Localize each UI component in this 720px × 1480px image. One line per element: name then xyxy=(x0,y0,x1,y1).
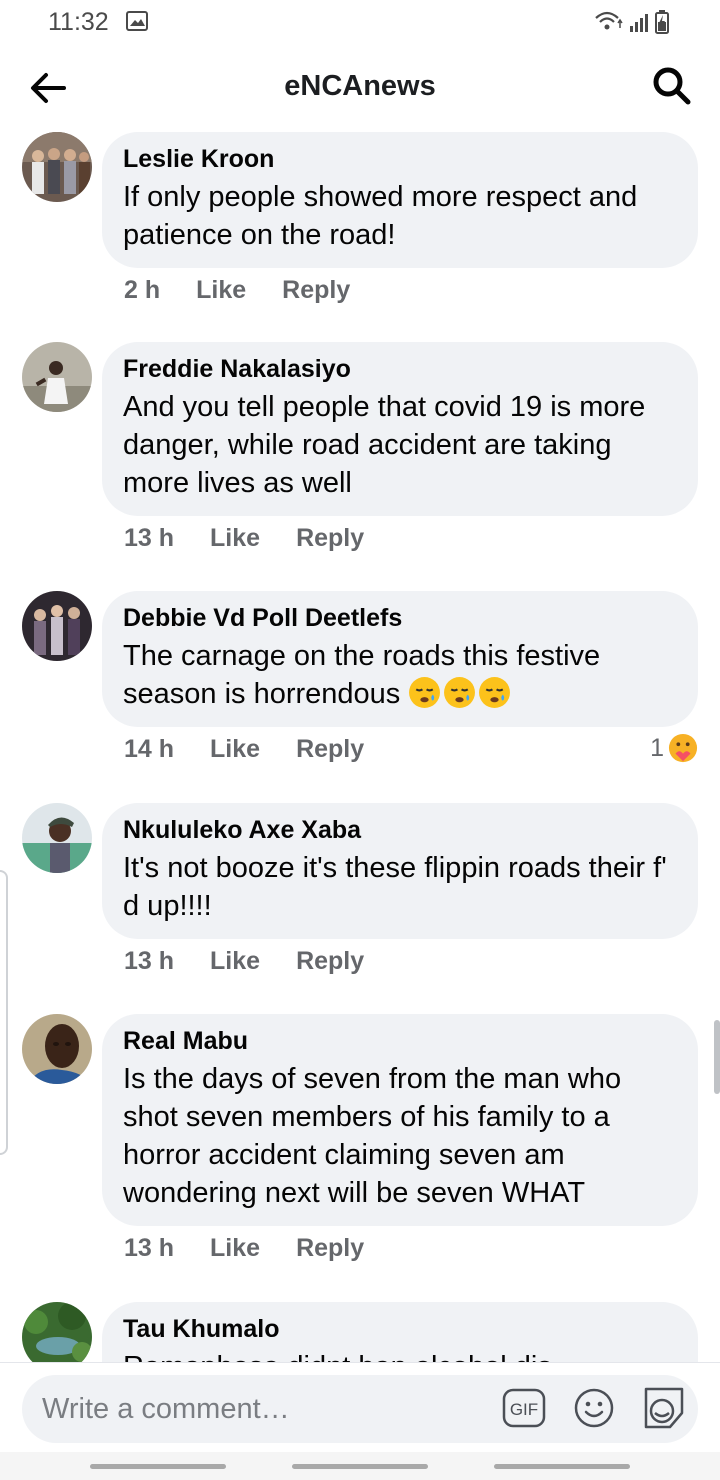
wifi-icon xyxy=(595,11,623,30)
left-edge-panel-handle[interactable] xyxy=(0,870,8,1155)
system-nav-bar xyxy=(0,1452,720,1480)
comment-bubble[interactable]: Freddie Nakalasiyo And you tell people t… xyxy=(102,342,698,516)
emoji-icon[interactable] xyxy=(573,1387,615,1429)
comment-author[interactable]: Freddie Nakalasiyo xyxy=(123,354,676,384)
comment-time: 13 h xyxy=(124,524,175,552)
comment-text: If only people showed more respect and p… xyxy=(123,181,638,251)
comment-item: Freddie Nakalasiyo And you tell people t… xyxy=(0,342,720,592)
avatar[interactable] xyxy=(22,342,92,412)
like-button[interactable]: Like xyxy=(196,276,246,305)
battery-icon xyxy=(655,10,669,34)
comment-bubble[interactable]: Real Mabu Is the days of seven from the … xyxy=(102,1014,698,1226)
comment-author[interactable]: Leslie Kroon xyxy=(123,144,676,174)
sticker-icon[interactable] xyxy=(640,1383,688,1433)
comment-item: Leslie Kroon If only people showed more … xyxy=(0,132,720,342)
comment-time: 14 h xyxy=(124,735,175,763)
avatar[interactable] xyxy=(22,1014,92,1084)
avatar-photo xyxy=(22,1302,92,1362)
reaction-summary[interactable]: 1 xyxy=(650,733,698,763)
status-icons xyxy=(595,10,669,34)
nav-back-button[interactable] xyxy=(494,1464,630,1469)
nav-home-button[interactable] xyxy=(292,1464,428,1469)
reply-button[interactable]: Reply xyxy=(296,947,364,976)
comment-item: Real Mabu Is the days of seven from the … xyxy=(0,1014,720,1302)
avatar-photo xyxy=(22,803,92,873)
avatar-photo xyxy=(22,342,92,412)
sleepy-face-icon xyxy=(444,677,476,708)
comment-text: It's not booze it's these flippin roads … xyxy=(123,852,667,922)
comment-author[interactable]: Tau Khumalo xyxy=(123,1314,676,1344)
reply-button[interactable]: Reply xyxy=(296,524,364,553)
nav-recents-button[interactable] xyxy=(90,1464,226,1469)
comment-author[interactable]: Real Mabu xyxy=(123,1026,676,1056)
status-bar: 11:32 xyxy=(0,0,720,44)
comment-text: The carnage on the roads this festive se… xyxy=(123,637,676,713)
comment-actions: 14 h Like Reply xyxy=(124,735,400,764)
comment-text: And you tell people that covid 19 is mor… xyxy=(123,391,646,499)
care-reaction-icon xyxy=(668,733,698,763)
search-icon[interactable] xyxy=(652,66,692,106)
comment-actions: 2 h Like Reply xyxy=(124,276,386,305)
comment-input[interactable] xyxy=(42,1375,482,1443)
image-notification-icon xyxy=(126,11,148,31)
comment-item: Tau Khumalo Ramaphosa didnt ban alcohol … xyxy=(0,1302,720,1362)
composer-box: GIF xyxy=(22,1375,698,1443)
avatar-photo xyxy=(22,1014,92,1084)
reaction-count: 1 xyxy=(650,733,664,762)
avatar-photo xyxy=(22,591,92,661)
comment-actions: 13 h Like Reply xyxy=(124,947,400,976)
avatar[interactable] xyxy=(22,591,92,661)
comments-list: Leslie Kroon If only people showed more … xyxy=(0,132,720,1362)
scrollbar[interactable] xyxy=(714,1020,720,1094)
comment-bubble[interactable]: Debbie Vd Poll Deetlefs The carnage on t… xyxy=(102,591,698,727)
comment-actions: 13 h Like Reply xyxy=(124,524,400,553)
comment-actions: 13 h Like Reply xyxy=(124,1234,400,1263)
sleepy-face-icon xyxy=(409,677,441,708)
page-title: eNCAnews xyxy=(284,70,436,102)
app-header: eNCAnews xyxy=(0,44,720,132)
like-button[interactable]: Like xyxy=(210,735,260,764)
comment-text: Ramaphosa didnt ban alcohol dis xyxy=(123,1348,676,1362)
avatar-photo xyxy=(22,132,92,202)
reply-button[interactable]: Reply xyxy=(296,735,364,764)
comment-author[interactable]: Nkululeko Axe Xaba xyxy=(123,815,676,845)
comment-bubble[interactable]: Tau Khumalo Ramaphosa didnt ban alcohol … xyxy=(102,1302,698,1362)
comment-item: Nkululeko Axe Xaba It's not booze it's t… xyxy=(0,803,720,1014)
gif-label: GIF xyxy=(510,1400,538,1419)
avatar[interactable] xyxy=(22,1302,92,1362)
like-button[interactable]: Like xyxy=(210,524,260,553)
comment-bubble[interactable]: Leslie Kroon If only people showed more … xyxy=(102,132,698,268)
reply-button[interactable]: Reply xyxy=(282,276,350,305)
avatar[interactable] xyxy=(22,803,92,873)
sleepy-face-icon xyxy=(479,677,511,708)
gif-icon[interactable]: GIF xyxy=(502,1388,546,1428)
like-button[interactable]: Like xyxy=(210,1234,260,1263)
signal-icon xyxy=(630,14,648,32)
comment-text: Is the days of seven from the man who sh… xyxy=(123,1063,622,1209)
comment-time: 13 h xyxy=(124,947,175,975)
avatar[interactable] xyxy=(22,132,92,202)
comment-item: Debbie Vd Poll Deetlefs The carnage on t… xyxy=(0,591,720,803)
status-time: 11:32 xyxy=(48,8,109,36)
comment-bubble[interactable]: Nkululeko Axe Xaba It's not booze it's t… xyxy=(102,803,698,939)
comment-time: 2 h xyxy=(124,276,161,304)
reply-button[interactable]: Reply xyxy=(296,1234,364,1263)
comment-text-body: The carnage on the roads this festive se… xyxy=(123,640,601,710)
like-button[interactable]: Like xyxy=(210,947,260,976)
comment-author[interactable]: Debbie Vd Poll Deetlefs xyxy=(123,603,676,633)
comment-time: 13 h xyxy=(124,1234,175,1262)
comment-composer: GIF xyxy=(0,1362,720,1452)
